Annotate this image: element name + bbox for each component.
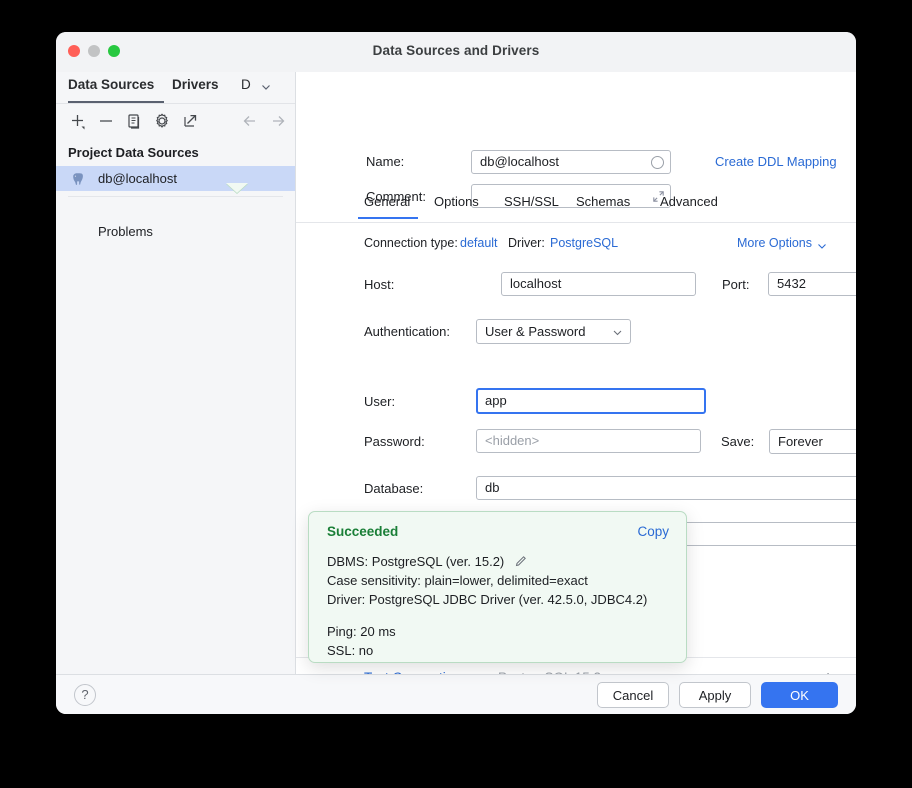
dialog-footer: ? Cancel Apply OK — [56, 674, 856, 714]
pencil-icon[interactable] — [514, 554, 528, 568]
tooltip-tail — [226, 183, 248, 193]
chevron-down-icon — [612, 327, 623, 338]
connection-type-label: Connection type: — [364, 236, 458, 250]
tab-drivers[interactable]: Drivers — [172, 77, 219, 92]
port-label: Port: — [722, 277, 750, 292]
connection-info-row: Connection type: default Driver: Postgre… — [296, 236, 856, 256]
active-tab-indicator — [68, 101, 164, 103]
tab-options[interactable]: Options — [434, 194, 479, 209]
data-sources-tree: Project Data Sources db@localhost Proble… — [56, 138, 295, 244]
password-input[interactable]: <hidden> — [476, 429, 701, 453]
host-input[interactable]: localhost — [501, 272, 696, 296]
connection-result-tooltip: Succeeded Copy DBMS: PostgreSQL (ver. 15… — [308, 511, 687, 663]
active-settings-tab-indicator — [358, 217, 418, 219]
title-bar: Data Sources and Drivers — [56, 32, 856, 72]
tree-separator — [68, 196, 283, 197]
tree-item-db-localhost[interactable]: db@localhost — [56, 166, 295, 191]
tab-general[interactable]: General — [364, 194, 410, 209]
forward-arrow-icon[interactable] — [268, 111, 288, 131]
tooltip-line-driver: Driver: PostgreSQL JDBC Driver (ver. 42.… — [327, 592, 648, 607]
cancel-button[interactable]: Cancel — [597, 682, 669, 708]
sidebar-tab-bar: Data Sources Drivers D — [56, 72, 295, 104]
save-select[interactable]: Forever — [769, 429, 856, 454]
password-label: Password: — [364, 434, 425, 449]
tree-item-problems[interactable]: Problems — [56, 219, 295, 244]
data-sources-dialog: Data Sources and Drivers Data Sources Dr… — [56, 32, 856, 714]
window-title: Data Sources and Drivers — [372, 43, 540, 58]
status-spinner-icon — [651, 156, 664, 169]
authentication-label: Authentication: — [364, 324, 451, 339]
more-options-link[interactable]: More Options — [737, 236, 812, 250]
tooltip-title: Succeeded — [327, 524, 399, 539]
database-input[interactable]: db — [476, 476, 856, 500]
user-input[interactable]: app — [476, 388, 706, 414]
tooltip-line-ping: Ping: 20 ms — [327, 624, 396, 639]
duplicate-icon[interactable] — [124, 111, 144, 131]
apply-button[interactable]: Apply — [679, 682, 751, 708]
tooltip-line-dbms: DBMS: PostgreSQL (ver. 15.2) — [327, 554, 505, 569]
postgresql-elephant-icon — [70, 171, 86, 187]
tab-data-sources[interactable]: Data Sources — [68, 77, 154, 92]
driver-label: Driver: — [508, 236, 545, 250]
connection-type-value[interactable]: default — [460, 236, 498, 250]
ok-button[interactable]: OK — [761, 682, 838, 708]
tooltip-line-case-sensitivity: Case sensitivity: plain=lower, delimited… — [327, 573, 588, 588]
tree-group-header: Project Data Sources — [68, 145, 199, 160]
tooltip-line-ssl: SSL: no — [327, 643, 374, 658]
remove-icon[interactable] — [96, 111, 116, 131]
sidebar-toolbar — [56, 104, 295, 138]
copy-button[interactable]: Copy — [637, 524, 669, 539]
back-arrow-icon[interactable] — [240, 111, 260, 131]
save-label: Save: — [721, 434, 755, 449]
name-input[interactable]: db@localhost — [471, 150, 671, 174]
sidebar: Data Sources Drivers D Project Data Sour… — [56, 72, 296, 674]
tab-advanced[interactable]: Advanced — [660, 194, 718, 209]
tab-divider — [296, 222, 856, 223]
name-label: Name: — [366, 154, 405, 169]
database-label: Database: — [364, 481, 424, 496]
help-button[interactable]: ? — [74, 684, 96, 706]
user-label: User: — [364, 394, 396, 409]
chevron-down-icon[interactable] — [816, 240, 828, 252]
settings-tab-bar: General Options SSH/SSL Schemas Advanced — [296, 194, 856, 222]
tab-schemas[interactable]: Schemas — [576, 194, 630, 209]
open-external-icon[interactable] — [180, 111, 200, 131]
add-icon[interactable] — [68, 111, 88, 131]
tab-ssh-ssl[interactable]: SSH/SSL — [504, 194, 559, 209]
tab-ddl-mappings[interactable]: D — [241, 77, 255, 92]
chevron-down-icon[interactable] — [259, 80, 273, 94]
gear-icon[interactable] — [152, 111, 172, 131]
port-input[interactable]: 5432 — [768, 272, 856, 296]
host-label: Host: — [364, 277, 395, 292]
create-ddl-mapping-link[interactable]: Create DDL Mapping — [715, 154, 837, 169]
driver-value[interactable]: PostgreSQL — [550, 236, 618, 250]
tree-item-label: db@localhost — [98, 171, 177, 186]
authentication-select[interactable]: User & Password — [476, 319, 631, 344]
